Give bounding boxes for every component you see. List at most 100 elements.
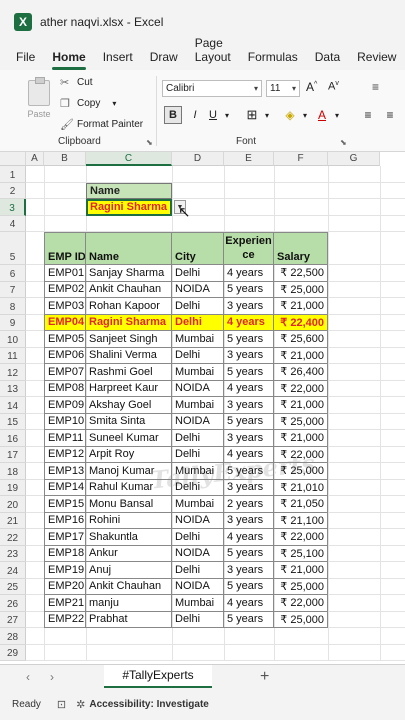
table-cell[interactable]: Akshay Goel [86,397,172,414]
table-cell[interactable]: Delhi [172,298,224,315]
table-cell[interactable]: ₹ 21,000 [274,430,328,447]
font-launcher-icon[interactable]: ⬊ [340,138,347,147]
table-cell[interactable]: ₹ 25,000 [274,413,328,430]
column-header-a[interactable]: A [26,152,44,166]
format-painter-button[interactable]: 🖌 Format Painter [60,118,143,131]
column-header-c[interactable]: C [86,152,172,166]
table-cell[interactable]: Mumbai [172,595,224,612]
row-header-17[interactable]: 17 [0,446,26,463]
table-cell[interactable]: 4 years [224,446,274,463]
tab-home[interactable]: Home [46,50,91,70]
table-cell[interactable]: NOIDA [172,512,224,529]
table-cell[interactable]: Suneel Kumar [86,430,172,447]
highlighted-table-cell[interactable]: Delhi [172,314,224,331]
tab-insert[interactable]: Insert [97,50,139,70]
row-header-26[interactable]: 26 [0,595,26,612]
table-header-cell[interactable]: Name [86,232,172,265]
spreadsheet-grid[interactable]: TallyExperts A B C D E F G 1 2 3 4 5 6 7 8 9 10 11 12 13 14 1… [0,152,405,664]
row-header-24[interactable]: 24 [0,562,26,579]
table-cell[interactable]: Delhi [172,562,224,579]
row-header-18[interactable]: 18 [0,463,26,480]
lookup-value-cell[interactable]: Ragini Sharma [86,199,172,216]
table-cell[interactable]: Shalini Verma [86,347,172,364]
borders-icon[interactable]: ⊞ [244,106,260,124]
table-cell[interactable]: 3 years [224,430,274,447]
table-cell[interactable]: Rahul Kumar [86,479,172,496]
tab-formulas[interactable]: Formulas [242,50,304,70]
table-cell[interactable]: Sanjeet Singh [86,331,172,348]
table-cell[interactable]: 5 years [224,611,274,628]
tab-page-layout[interactable]: Page Layout [189,36,237,70]
row-header-25[interactable]: 25 [0,578,26,595]
sheet-tab-tallyexperts[interactable]: #TallyExperts [104,664,212,689]
table-cell[interactable]: Harpreet Kaur [86,380,172,397]
add-sheet-icon[interactable]: + [260,668,269,686]
prev-sheet-icon[interactable]: ‹ [16,670,40,684]
table-cell[interactable]: ₹ 25,000 [274,611,328,628]
chevron-down-icon[interactable]: ▾ [332,106,342,124]
table-cell[interactable]: Delhi [172,611,224,628]
table-cell[interactable]: Ankit Chauhan [86,578,172,595]
table-cell[interactable]: NOIDA [172,281,224,298]
row-header-3[interactable]: 3 [0,199,26,216]
table-cell[interactable]: ₹ 25,100 [274,545,328,562]
highlighted-table-cell[interactable]: ₹ 22,400 [274,314,328,331]
align-center-icon[interactable]: ≡ [382,106,398,124]
align-left-icon[interactable]: ≡ [360,106,376,124]
table-cell[interactable]: EMP14 [44,479,86,496]
highlighted-table-cell[interactable]: 4 years [224,314,274,331]
table-cell[interactable]: Rashmi Goel [86,364,172,381]
macro-record-icon[interactable]: ⊡ [57,698,66,711]
row-header-20[interactable]: 20 [0,496,26,513]
table-cell[interactable]: ₹ 25,000 [274,578,328,595]
table-header-cell[interactable]: Experien ce [224,232,274,265]
table-cell[interactable]: EMP22 [44,611,86,628]
table-cell[interactable]: 5 years [224,413,274,430]
table-cell[interactable]: Delhi [172,430,224,447]
table-cell[interactable]: EMP02 [44,281,86,298]
table-cell[interactable]: 4 years [224,595,274,612]
table-cell[interactable]: Delhi [172,265,224,282]
tab-file[interactable]: File [10,50,41,70]
table-cell[interactable]: NOIDA [172,413,224,430]
chevron-down-icon[interactable]: ▾ [222,106,232,124]
table-cell[interactable]: 4 years [224,380,274,397]
table-cell[interactable]: Rohini [86,512,172,529]
table-cell[interactable]: EMP15 [44,496,86,513]
table-cell[interactable]: Delhi [172,446,224,463]
table-cell[interactable]: 3 years [224,479,274,496]
table-cell[interactable]: ₹ 22,000 [274,380,328,397]
chevron-down-icon[interactable]: ▾ [300,106,310,124]
table-cell[interactable]: 3 years [224,298,274,315]
table-cell[interactable]: NOIDA [172,380,224,397]
row-header-8[interactable]: 8 [0,298,26,315]
table-cell[interactable]: ₹ 25,000 [274,463,328,480]
highlighted-table-cell[interactable]: EMP04 [44,314,86,331]
align-top-icon[interactable]: ≡ [372,80,379,94]
table-cell[interactable]: Mumbai [172,463,224,480]
table-cell[interactable]: Rohan Kapoor [86,298,172,315]
row-header-9[interactable]: 9 [0,314,26,331]
row-header-23[interactable]: 23 [0,545,26,562]
tab-review[interactable]: Review [351,50,402,70]
table-cell[interactable]: Monu Bansal [86,496,172,513]
table-cell[interactable]: Smita Sinta [86,413,172,430]
row-header-2[interactable]: 2 [0,182,26,199]
tab-data[interactable]: Data [309,50,346,70]
table-cell[interactable]: EMP16 [44,512,86,529]
table-cell[interactable]: 2 years [224,496,274,513]
row-header-10[interactable]: 10 [0,331,26,348]
font-color-icon[interactable]: A [314,106,330,124]
table-cell[interactable]: EMP21 [44,595,86,612]
table-cell[interactable]: Manoj Kumar [86,463,172,480]
table-cell[interactable]: Ankit Chauhan [86,281,172,298]
table-cell[interactable]: 5 years [224,545,274,562]
table-cell[interactable]: Arpit Roy [86,446,172,463]
table-cell[interactable]: Delhi [172,529,224,546]
table-cell[interactable]: 5 years [224,331,274,348]
table-cell[interactable]: Mumbai [172,364,224,381]
table-cell[interactable]: ₹ 21,050 [274,496,328,513]
row-header-1[interactable]: 1 [0,166,26,183]
table-cell[interactable]: Sanjay Sharma [86,265,172,282]
table-cell[interactable]: EMP12 [44,446,86,463]
